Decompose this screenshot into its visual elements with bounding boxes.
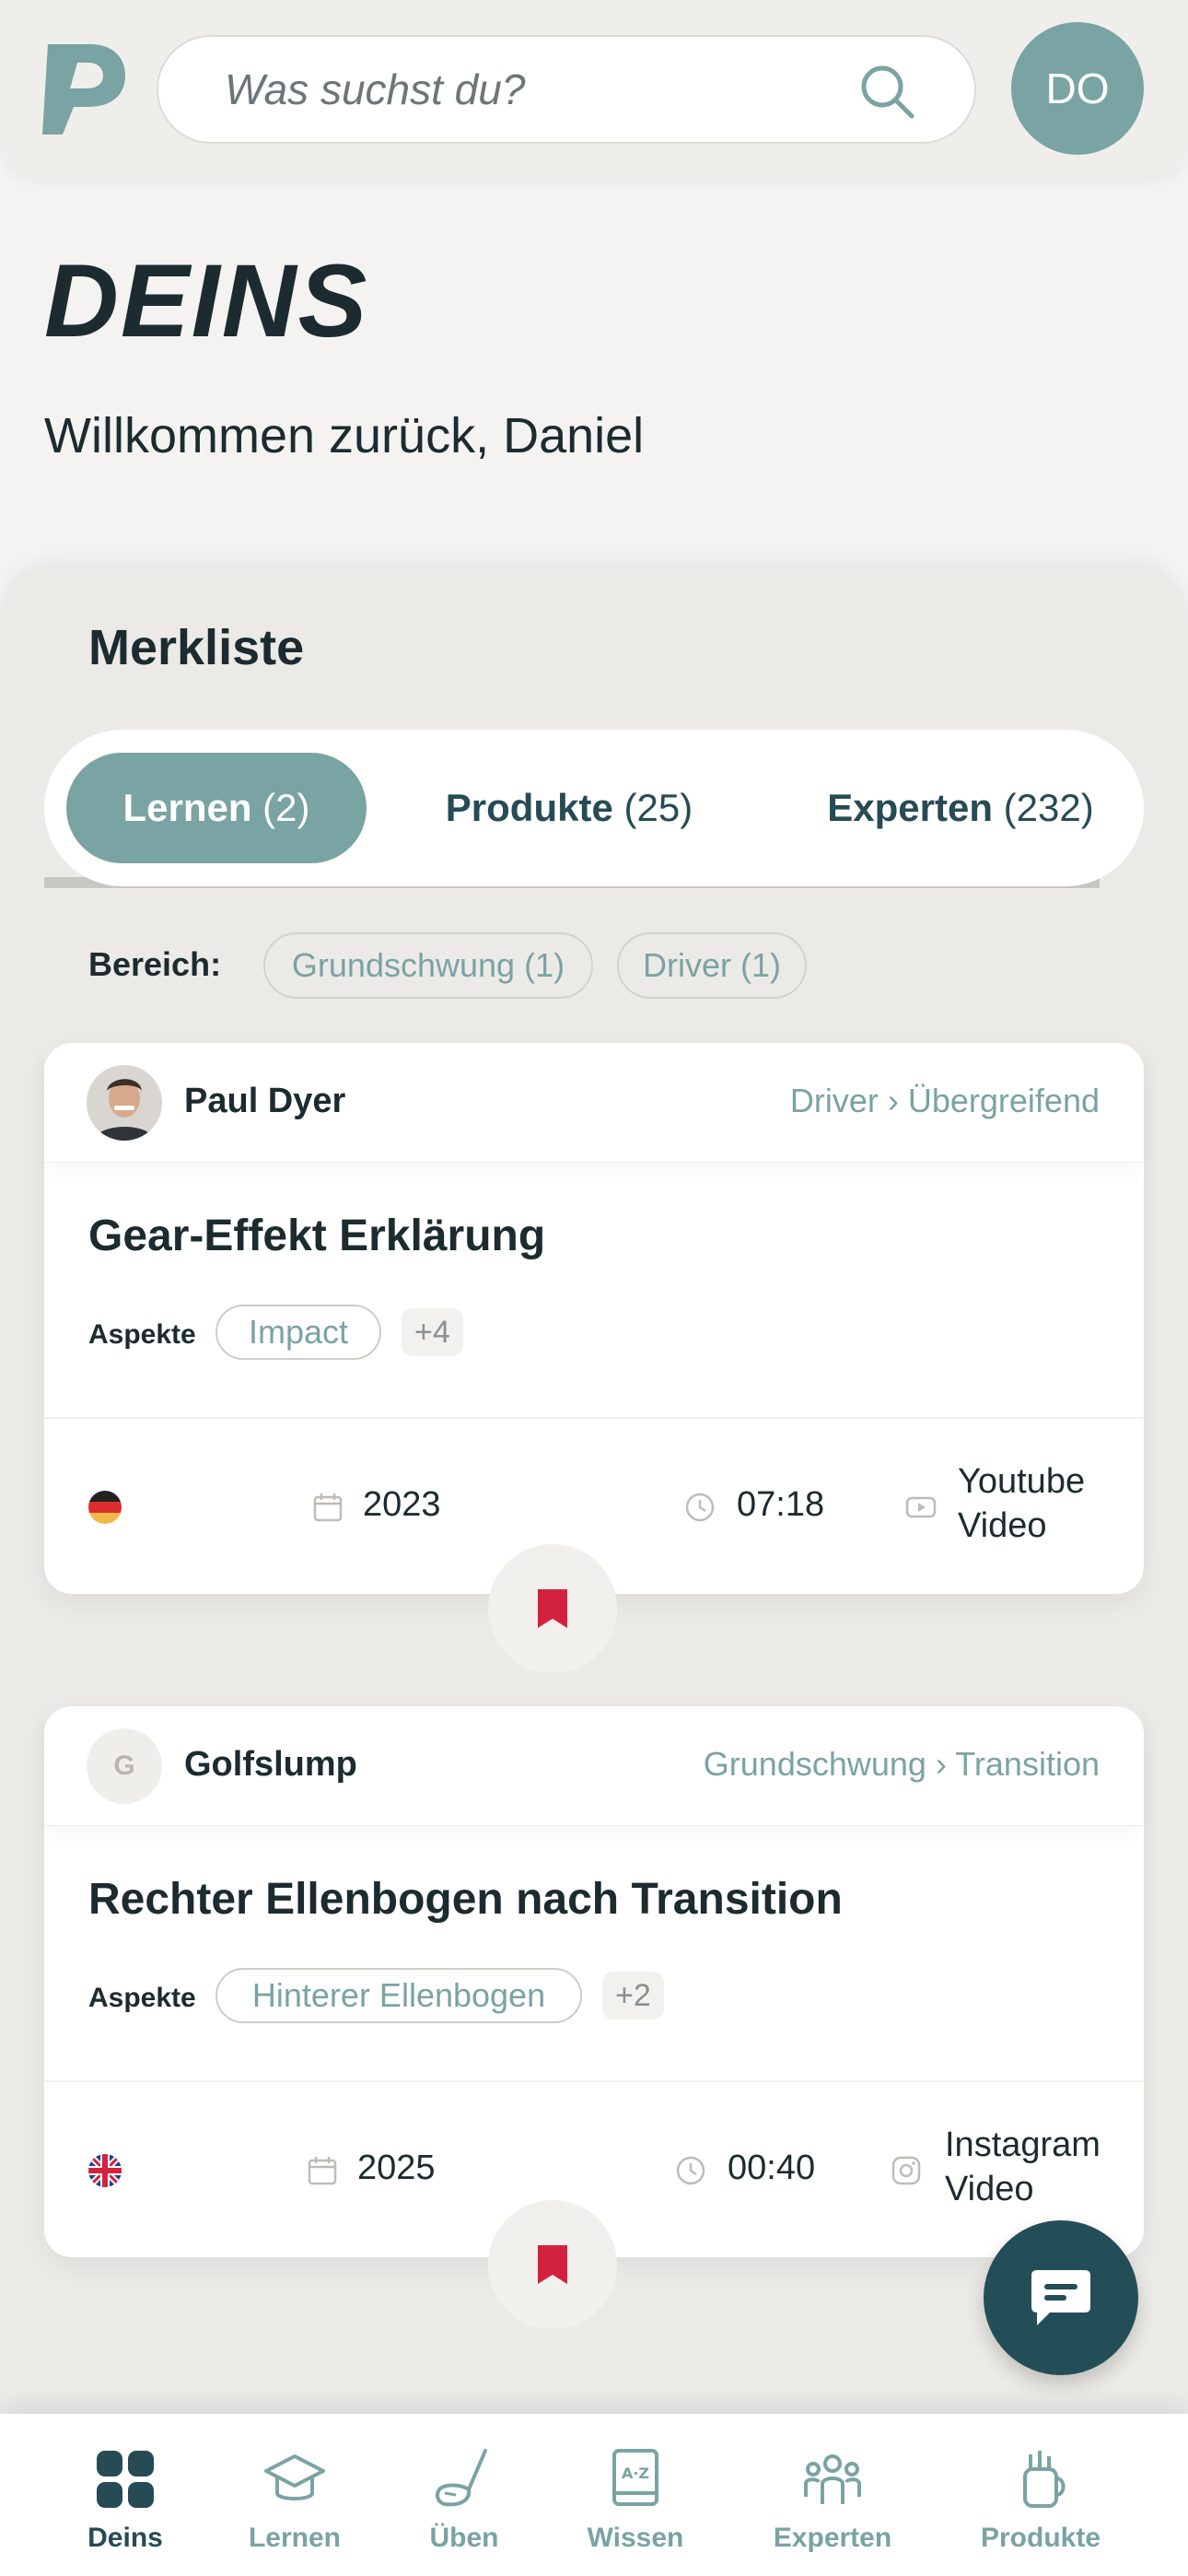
content-card[interactable]: Paul Dyer Driver › Übergreifend Gear-Eff…	[44, 1043, 1144, 1594]
nav-ueben[interactable]: Üben	[381, 2447, 547, 2554]
bookmark-button[interactable]	[488, 1544, 617, 1673]
chat-button[interactable]	[984, 2220, 1138, 2375]
chat-bubble-icon	[1031, 2270, 1090, 2325]
author-name[interactable]: Golfslump	[184, 1745, 357, 1785]
tab-label: Lernen	[122, 786, 252, 829]
grid-icon	[97, 2451, 154, 2508]
app-logo-icon[interactable]	[42, 44, 125, 135]
page-title: DEINS	[44, 243, 369, 358]
year: 2023	[363, 1485, 441, 1524]
search-placeholder: Was suchst du?	[225, 65, 526, 113]
svg-text:A·Z: A·Z	[622, 2465, 649, 2482]
source-format: Video	[945, 2170, 1034, 2208]
filter-chip-driver[interactable]: Driver (1)	[617, 932, 807, 999]
calendar-icon	[313, 1493, 343, 1522]
nav-lernen[interactable]: Lernen	[212, 2447, 378, 2554]
aspect-chip[interactable]: Hinterer Ellenbogen	[215, 1968, 582, 2023]
tab-count: (2)	[262, 786, 310, 829]
german-flag-icon	[88, 1491, 122, 1524]
nav-label: Deins	[87, 2523, 163, 2553]
nav-experten[interactable]: Experten	[750, 2447, 915, 2554]
people-icon	[804, 2454, 861, 2504]
card-header: G Golfslump Grundschwung › Transition	[44, 1706, 1144, 1826]
nav-label: Produkte	[980, 2523, 1101, 2553]
top-bar: Was suchst du? DO	[0, 0, 1188, 177]
content-card[interactable]: G Golfslump Grundschwung › Transition Re…	[44, 1706, 1144, 2257]
graduation-cap-icon	[264, 2454, 325, 2500]
duration: 00:40	[728, 2149, 816, 2187]
clock-icon	[685, 1493, 715, 1522]
aspects-label: Aspekte	[88, 1319, 196, 1350]
divider	[44, 1417, 1144, 1419]
filter-chip-grundschwung[interactable]: Grundschwung (1)	[263, 932, 593, 999]
nav-deins[interactable]: Deins	[42, 2447, 208, 2554]
welcome-text: Willkommen zurück, Daniel	[44, 408, 645, 463]
tab-count: (232)	[1003, 786, 1094, 829]
bookmark-icon	[538, 1589, 567, 1628]
aspect-chip[interactable]: Impact	[215, 1305, 381, 1360]
nav-label: Lernen	[248, 2523, 342, 2553]
search-bar[interactable]: Was suchst du?	[157, 35, 976, 144]
youtube-icon	[905, 1496, 937, 1518]
clock-icon	[676, 2156, 705, 2185]
nav-label: Üben	[429, 2523, 499, 2553]
card-title[interactable]: Rechter Ellenbogen nach Transition	[88, 1874, 843, 1925]
tab-label: Produkte	[445, 786, 613, 829]
aspects-label: Aspekte	[88, 1983, 196, 2013]
category-breadcrumb: Grundschwung › Transition	[703, 1745, 1100, 1783]
instagram-icon	[891, 2156, 921, 2185]
aspect-more-count[interactable]: +2	[602, 1972, 664, 2020]
section-title: Merkliste	[88, 620, 305, 675]
bottom-navigation: Deins Lernen Üben A·Z Wissen Experten Pr…	[0, 2414, 1188, 2576]
tab-lernen[interactable]: Lernen (2)	[66, 753, 367, 863]
search-icon[interactable]	[858, 63, 915, 120]
golf-bag-icon	[1023, 2451, 1066, 2508]
nav-label: Wissen	[587, 2523, 684, 2553]
golf-club-icon	[436, 2449, 487, 2507]
tab-label: Experten	[827, 786, 993, 829]
uk-flag-icon	[88, 2154, 122, 2187]
aspect-more-count[interactable]: +4	[402, 1308, 463, 1356]
nav-label: Experten	[773, 2523, 892, 2553]
bookmark-icon	[538, 2245, 567, 2284]
watchlist-tabs: Lernen (2) Produkte (25) Experten (232)	[44, 730, 1144, 886]
nav-produkte[interactable]: Produkte	[958, 2447, 1124, 2554]
tab-count: (25)	[623, 786, 693, 829]
user-avatar[interactable]: DO	[1011, 22, 1144, 155]
author-avatar[interactable]	[87, 1065, 162, 1141]
source-type: Youtube Video	[958, 1459, 1085, 1548]
filter-label: Bereich:	[88, 945, 222, 983]
author-avatar[interactable]: G	[87, 1728, 162, 1804]
card-header: Paul Dyer Driver › Übergreifend	[44, 1043, 1144, 1163]
source-format: Video	[958, 1506, 1047, 1545]
year: 2025	[357, 2149, 436, 2187]
tab-produkte[interactable]: Produkte (25)	[413, 753, 726, 863]
calendar-icon	[308, 2157, 337, 2185]
book-az-icon: A·Z	[612, 2449, 658, 2506]
source-type: Instagram Video	[945, 2123, 1101, 2211]
divider	[44, 2080, 1144, 2082]
author-name[interactable]: Paul Dyer	[184, 1082, 345, 1121]
card-title[interactable]: Gear-Effekt Erklärung	[88, 1211, 545, 1261]
source-platform: Youtube	[958, 1462, 1086, 1501]
tab-experten[interactable]: Experten (232)	[790, 753, 1131, 863]
bookmark-button[interactable]	[488, 2200, 617, 2329]
category-breadcrumb: Driver › Übergreifend	[789, 1082, 1100, 1119]
nav-wissen[interactable]: A·Z Wissen	[553, 2447, 718, 2554]
author-photo-icon	[87, 1065, 162, 1141]
duration: 07:18	[737, 1485, 825, 1524]
source-platform: Instagram	[945, 2125, 1101, 2164]
